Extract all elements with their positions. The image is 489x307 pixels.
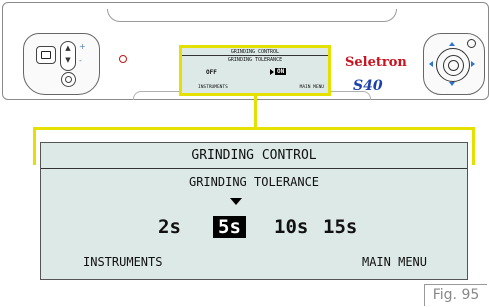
- callout-bar: [33, 127, 475, 130]
- knob-inner-ring: [443, 55, 464, 76]
- option-5s[interactable]: 5s: [213, 216, 246, 238]
- figure-label: Fig. 95: [424, 284, 487, 306]
- round-button[interactable]: [61, 72, 76, 87]
- device-mini-display: GRINDING CONTROL GRINDING TOLERANCE OFF …: [179, 45, 331, 96]
- mini-display-off: OFF: [206, 69, 217, 76]
- callout-left-tick: [33, 127, 36, 165]
- arrow-right-icon: [471, 61, 475, 67]
- softkey-instruments[interactable]: INSTRUMENTS: [83, 255, 162, 269]
- selection-marker-icon: [230, 198, 242, 205]
- minus-label: -: [79, 56, 82, 65]
- brand-logo: Seletron: [345, 55, 407, 70]
- status-led-icon: [119, 55, 127, 63]
- arrow-left-icon: [429, 61, 433, 67]
- plus-minus-rocker[interactable]: ▲ ▼: [60, 41, 76, 71]
- mini-display-title: GRINDING CONTROL: [182, 49, 328, 56]
- right-control-pad: [423, 33, 485, 95]
- menu-button[interactable]: [36, 46, 56, 64]
- model-label: S40: [353, 78, 383, 94]
- display-title: GRINDING CONTROL: [41, 143, 467, 169]
- knob-center-button[interactable]: [448, 60, 459, 71]
- arrow-up-icon: [449, 42, 455, 46]
- callout-right-tick: [472, 127, 475, 165]
- arrow-down-icon: [449, 82, 455, 86]
- navigation-knob[interactable]: [436, 48, 470, 82]
- display-subtitle: GRINDING TOLERANCE: [188, 175, 320, 189]
- mini-display-right-softkey: MAIN MENU: [299, 85, 324, 90]
- rocker-up-icon: ▲: [65, 44, 71, 52]
- mini-display-on: ON: [275, 68, 287, 75]
- option-10s[interactable]: 10s: [274, 216, 308, 238]
- option-2s[interactable]: 2s: [158, 216, 181, 238]
- mini-display-pointer-icon: [270, 69, 274, 75]
- left-control-pad: ▲ ▼ + -: [23, 33, 100, 95]
- rocker-down-icon: ▼: [65, 56, 71, 64]
- plus-label: +: [79, 42, 86, 51]
- option-15s[interactable]: 15s: [323, 216, 357, 238]
- softkey-main-menu[interactable]: MAIN MENU: [362, 255, 427, 269]
- power-icon[interactable]: [467, 39, 476, 48]
- mini-display-left-softkey: INSTRUMENTS: [198, 85, 228, 90]
- mini-display-subtitle: GRINDING TOLERANCE: [227, 57, 283, 63]
- callout-stem: [254, 96, 257, 128]
- panel-top-recess: [107, 9, 397, 22]
- enlarged-display: GRINDING CONTROL GRINDING TOLERANCE 2s 5…: [40, 142, 468, 280]
